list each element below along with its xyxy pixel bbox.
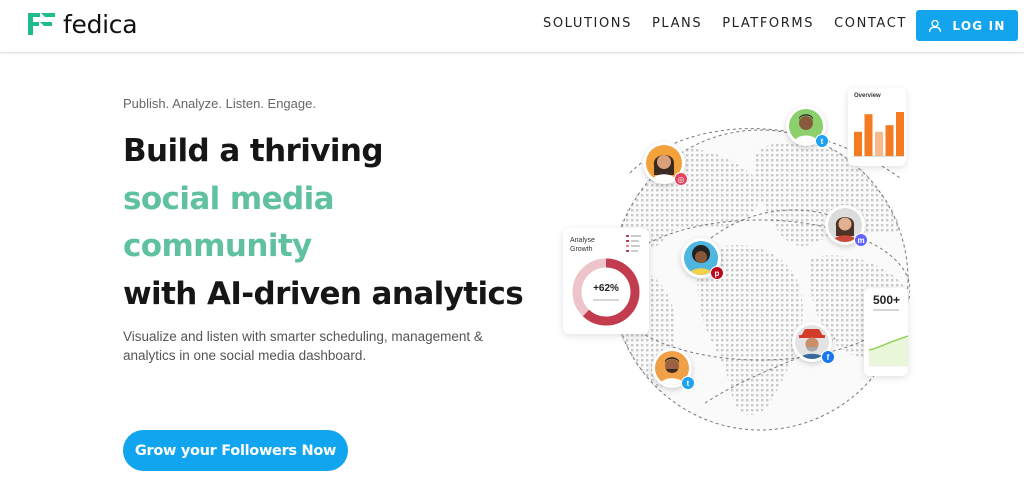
- mastodon-icon: m: [854, 233, 868, 247]
- login-button[interactable]: LOG IN: [916, 10, 1018, 41]
- main-nav: SOLUTIONS PLANS PLATFORMS CONTACT: [543, 16, 927, 31]
- overview-bar-chart: [852, 112, 904, 157]
- overview-card: Overview: [848, 88, 906, 166]
- headline-line-2: social media: [123, 180, 335, 217]
- hero-tagline: Publish. Analyze. Listen. Engage.: [123, 96, 316, 111]
- top-navbar: fedica SOLUTIONS PLANS PLATFORMS CONTACT…: [0, 0, 1024, 53]
- avatar-woman-orange: ◎: [643, 142, 688, 186]
- pinterest-icon: p: [710, 266, 724, 280]
- avatar-man-green: t: [786, 106, 829, 148]
- avatar-man-hat: f: [792, 322, 835, 364]
- twitter-icon: t: [815, 134, 829, 148]
- analyse-growth-value: +62%: [593, 283, 619, 294]
- user-icon: [928, 19, 942, 33]
- reach-line-chart: [868, 309, 908, 367]
- donut-chart: [572, 235, 641, 326]
- nav-contact[interactable]: CONTACT: [834, 16, 907, 31]
- twitter-icon: t: [681, 376, 695, 390]
- overview-bar: [875, 131, 883, 156]
- hero-description: Visualize and listen with smarter schedu…: [123, 329, 483, 363]
- headline-line-4: with AI-driven analytics: [123, 275, 524, 312]
- avatar-man-orange: t: [652, 348, 695, 390]
- brand-name: fedica: [63, 9, 138, 39]
- instagram-icon: ◎: [674, 172, 688, 186]
- hero-headline: Build a thriving social media community …: [123, 128, 524, 318]
- reach-card: 500+: [864, 288, 908, 376]
- analyse-growth-card: Analyse Growth +62%: [563, 228, 649, 334]
- avatar-woman-blue: p: [681, 238, 724, 280]
- nav-solutions[interactable]: SOLUTIONS: [543, 16, 632, 31]
- nav-platforms[interactable]: PLATFORMS: [722, 16, 814, 31]
- headline-line-1: Build a thriving: [123, 133, 384, 169]
- headline-line-3: community: [123, 228, 312, 264]
- fedica-logo[interactable]: fedica: [24, 9, 138, 39]
- facebook-icon: f: [821, 350, 835, 364]
- fedica-logo-icon: [28, 13, 55, 35]
- avatar-woman-gray: m: [825, 205, 868, 247]
- overview-bar: [854, 131, 862, 156]
- overview-bar: [885, 125, 894, 156]
- nav-plans[interactable]: PLANS: [652, 16, 702, 31]
- overview-bar: [896, 112, 904, 156]
- grow-followers-button[interactable]: Grow your Followers Now: [123, 430, 348, 471]
- overview-bar: [864, 114, 873, 156]
- login-label: LOG IN: [952, 18, 1006, 33]
